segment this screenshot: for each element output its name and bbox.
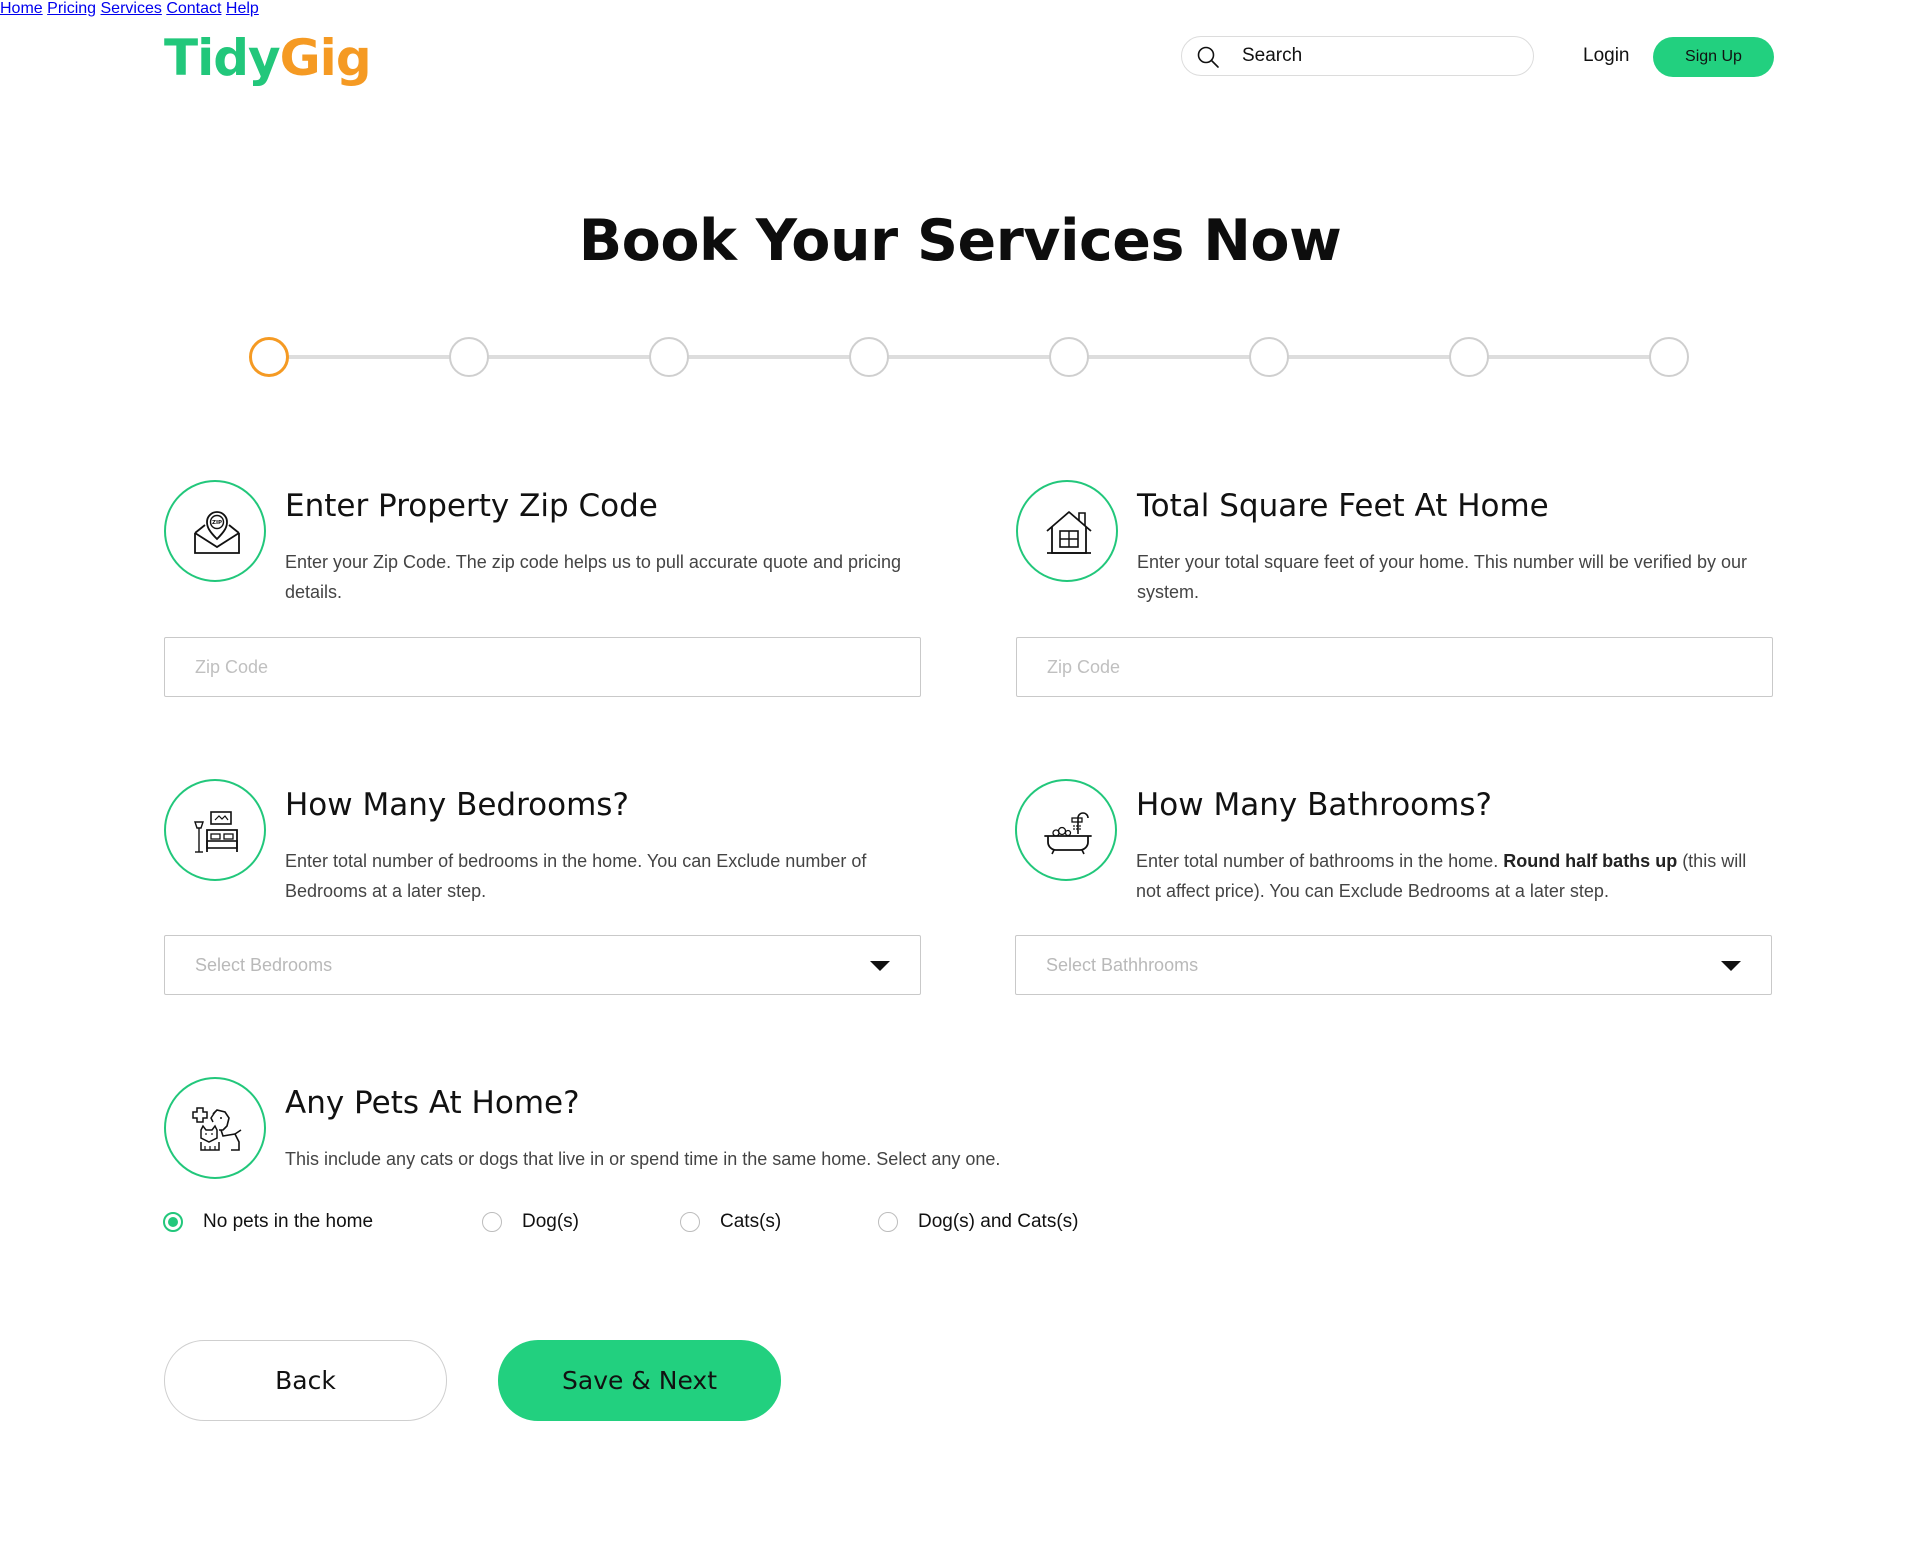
- nav-services[interactable]: Services: [101, 0, 162, 17]
- step-8[interactable]: [1649, 337, 1689, 377]
- nav-home[interactable]: Home: [0, 0, 43, 17]
- bathtub-icon-circle: [1015, 779, 1117, 881]
- nav-contact[interactable]: Contact: [166, 0, 221, 17]
- bathtub-icon: [1044, 812, 1092, 855]
- radio-no-pets-indicator[interactable]: [163, 1212, 183, 1232]
- square-feet-field[interactable]: [1016, 637, 1773, 697]
- bed-icon: [194, 811, 238, 853]
- bed-icon-circle: [164, 779, 266, 881]
- pets-description: This include any cats or dogs that live …: [285, 1149, 1001, 1169]
- house-icon-circle: [1016, 480, 1118, 582]
- chevron-down-icon: [870, 961, 890, 971]
- house-icon: [1046, 511, 1092, 554]
- bathrooms-title: How Many Bathrooms?: [1136, 787, 1492, 823]
- zip-code-input[interactable]: [195, 638, 755, 696]
- back-button[interactable]: Back: [164, 1340, 447, 1421]
- bedrooms-title: How Many Bedrooms?: [285, 787, 629, 823]
- radio-no-pets[interactable]: No pets in the home: [163, 1208, 373, 1236]
- nav-help[interactable]: Help: [226, 0, 259, 17]
- svg-text:ZIP: ZIP: [212, 520, 222, 526]
- pets-title: Any Pets At Home?: [285, 1085, 580, 1121]
- bathrooms-description-bold: Round half baths up: [1503, 851, 1678, 871]
- step-4[interactable]: [849, 337, 889, 377]
- radio-no-pets-label: No pets in the home: [203, 1211, 374, 1232]
- site-header: TidyGig Home Pricing Services Contact He…: [0, 0, 1920, 112]
- radio-cats[interactable]: Cats(s): [680, 1208, 781, 1236]
- bathrooms-select[interactable]: Select Bathhrooms: [1015, 935, 1772, 995]
- bedrooms-select-value: Select Bedrooms: [195, 955, 333, 975]
- square-feet-input[interactable]: [1047, 638, 1607, 696]
- brand-logo[interactable]: TidyGig: [164, 26, 372, 90]
- search-box[interactable]: [1181, 36, 1534, 76]
- brand-logo-part2: Gig: [279, 29, 372, 87]
- signup-button[interactable]: Sign Up: [1653, 37, 1774, 77]
- bedrooms-description: Enter total number of bedrooms in the ho…: [285, 851, 867, 901]
- pets-icon-circle: [164, 1077, 266, 1179]
- brand-logo-part1: Tidy: [164, 29, 281, 87]
- step-3[interactable]: [649, 337, 689, 377]
- zip-icon-circle: ZIP: [164, 480, 266, 582]
- bathrooms-description-pre: Enter total number of bathrooms in the h…: [1136, 851, 1504, 871]
- square-feet-description: Enter your total square feet of your hom…: [1137, 552, 1747, 602]
- radio-cats-indicator[interactable]: [680, 1212, 700, 1232]
- search-icon: [1197, 46, 1219, 68]
- step-1[interactable]: [249, 337, 289, 377]
- search-input[interactable]: [1242, 37, 1522, 75]
- pets-icon: [192, 1107, 242, 1151]
- pets-section: Any Pets At Home? This include any cats …: [164, 1077, 1264, 1197]
- radio-dogs-and-cats-indicator[interactable]: [878, 1212, 898, 1232]
- step-6[interactable]: [1249, 337, 1289, 377]
- zip-code-field[interactable]: [164, 637, 921, 697]
- step-2[interactable]: [449, 337, 489, 377]
- step-5[interactable]: [1049, 337, 1089, 377]
- radio-dogs[interactable]: Dog(s): [482, 1208, 579, 1236]
- radio-dogs-label: Dog(s): [522, 1211, 580, 1232]
- bedrooms-select[interactable]: Select Bedrooms: [164, 935, 921, 995]
- chevron-down-icon: [1721, 961, 1741, 971]
- bathrooms-select-value: Select Bathhrooms: [1046, 955, 1199, 975]
- page-title: Book Your Services Now: [578, 208, 1342, 274]
- radio-cats-label: Cats(s): [720, 1211, 782, 1232]
- step-7[interactable]: [1449, 337, 1489, 377]
- progress-stepper: [249, 337, 1689, 377]
- zip-title: Enter Property Zip Code: [285, 488, 658, 524]
- bathrooms-description: Enter total number of bathrooms in the h…: [1136, 846, 1776, 906]
- radio-dogs-and-cats-label: Dog(s) and Cats(s): [918, 1211, 1079, 1232]
- radio-dogs-indicator[interactable]: [482, 1212, 502, 1232]
- login-link[interactable]: Login: [1583, 44, 1630, 68]
- nav-pricing[interactable]: Pricing: [47, 0, 96, 17]
- save-next-button[interactable]: Save & Next: [498, 1340, 781, 1421]
- square-feet-title: Total Square Feet At Home: [1137, 488, 1549, 524]
- zip-description: Enter your Zip Code. The zip code helps …: [285, 552, 902, 602]
- radio-dogs-and-cats[interactable]: Dog(s) and Cats(s): [878, 1208, 1079, 1236]
- zip-envelope-icon: ZIP: [194, 511, 240, 554]
